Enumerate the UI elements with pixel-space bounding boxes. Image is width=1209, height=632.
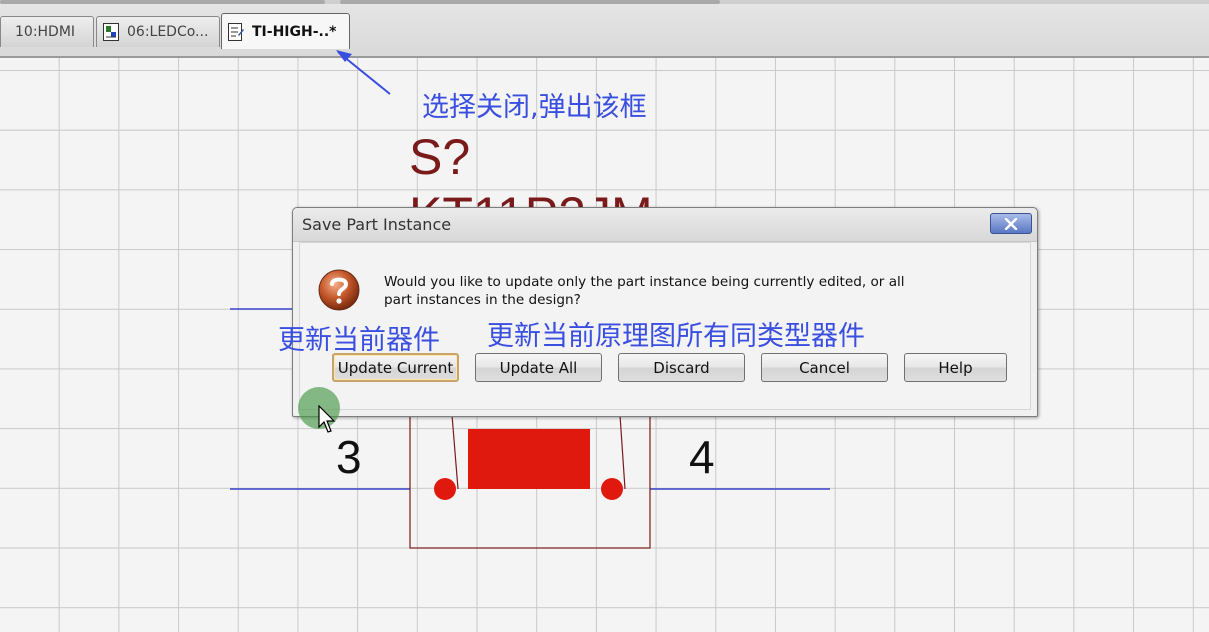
close-icon (1004, 217, 1018, 230)
save-part-instance-dialog: Save Part Instance Would you like to upd… (292, 207, 1038, 417)
dialog-title-bar[interactable]: Save Part Instance (293, 208, 1037, 242)
pin-4-dot (601, 478, 623, 500)
button-label: Update Current (337, 358, 454, 377)
update-all-button[interactable]: Update All (475, 353, 602, 382)
switch-lead-right (619, 414, 626, 490)
pin-number-left: 3 (336, 431, 362, 483)
question-icon (317, 268, 361, 312)
dialog-message: Would you like to update only the part i… (384, 274, 905, 308)
dialog-close-button[interactable] (990, 213, 1032, 234)
reference-designator: S? (409, 129, 471, 185)
pin-3-dot (434, 478, 456, 500)
annotation-update-all: 更新当前原理图所有同类型器件 (487, 321, 865, 352)
button-label: Help (938, 358, 973, 377)
button-label: Discard (653, 358, 710, 377)
pin-number-right: 4 (689, 431, 715, 483)
annotation-close-hint: 选择关闭,弹出该框 (422, 92, 647, 123)
annotation-update-current: 更新当前器件 (278, 325, 440, 356)
cancel-button[interactable]: Cancel (761, 353, 888, 382)
dialog-title: Save Part Instance (302, 215, 452, 234)
switch-body (468, 429, 590, 489)
update-current-button[interactable]: Update Current (332, 353, 459, 382)
mouse-pointer-icon (318, 405, 336, 433)
discard-button[interactable]: Discard (618, 353, 745, 382)
help-button[interactable]: Help (904, 353, 1007, 382)
button-label: Update All (499, 358, 578, 377)
button-label: Cancel (799, 358, 850, 377)
switch-lead-left (451, 414, 459, 490)
